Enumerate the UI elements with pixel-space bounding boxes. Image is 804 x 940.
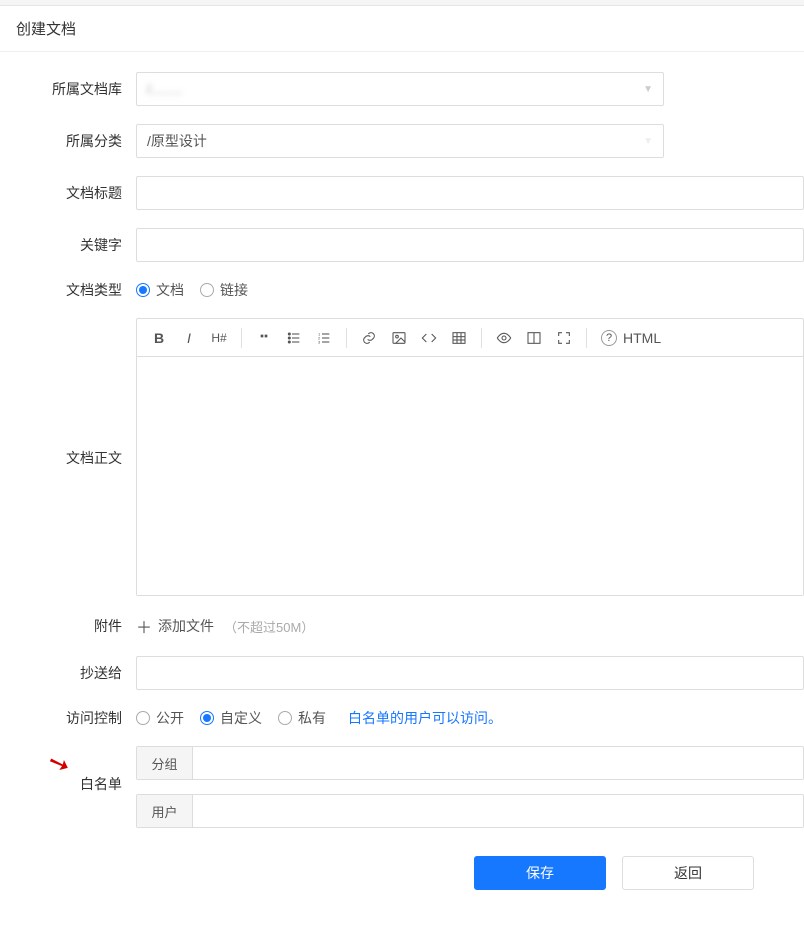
back-button[interactable]: 返回 [622,856,754,890]
ordered-list-button[interactable]: 123 [310,324,338,352]
whitelist-group-row: 分组 [136,746,804,780]
svg-text:3: 3 [318,339,321,344]
label-doc-title: 文档标题 [0,183,136,203]
html-mode-label: HTML [623,330,661,346]
unordered-list-button[interactable] [280,324,308,352]
radio-icon [136,711,150,725]
radio-label: 文档 [156,280,184,300]
preview-button[interactable] [490,324,518,352]
save-button[interactable]: 保存 [474,856,606,890]
toolbar-separator [481,328,482,348]
whitelist-user-label: 用户 [137,795,193,827]
attachment-size-hint: （不超过50M） [224,617,314,636]
toolbar-separator [241,328,242,348]
radio-icon [278,711,292,725]
caret-down-icon: ▼ [643,136,653,147]
access-option-public[interactable]: 公开 [136,708,184,728]
add-file-label: 添加文件 [158,616,214,636]
rich-text-editor: B I H# 123 [136,318,804,596]
access-radio-group: 公开 自定义 私有 白名单的用户可以访问。 [136,708,804,728]
whitelist-group-label: 分组 [137,747,193,779]
toolbar-separator [346,328,347,348]
doc-type-option-link[interactable]: 链接 [200,280,248,300]
doc-title-input[interactable] [136,176,804,210]
plus-icon: ＋ [136,614,152,638]
label-whitelist: 白名单 [0,746,136,794]
label-body: 文档正文 [0,318,136,468]
table-button[interactable] [445,324,473,352]
editor-textarea[interactable] [137,357,803,595]
fullscreen-button[interactable] [550,324,578,352]
add-file-button[interactable]: ＋ 添加文件 [136,614,214,638]
image-button[interactable] [385,324,413,352]
radio-label: 公开 [156,708,184,728]
label-keywords: 关键字 [0,235,136,255]
library-select[interactable]: /........ ▼ [136,72,664,106]
access-option-private[interactable]: 私有 [278,708,326,728]
quote-button[interactable] [250,324,278,352]
access-option-custom[interactable]: 自定义 [200,708,262,728]
label-cc: 抄送给 [0,663,136,683]
cc-input[interactable] [136,656,804,690]
label-attachment: 附件 [0,616,136,636]
radio-icon [136,283,150,297]
split-view-button[interactable] [520,324,548,352]
toolbar-separator [586,328,587,348]
whitelist-group-input[interactable] [193,747,803,779]
help-icon: ? [601,330,617,346]
label-doc-type: 文档类型 [0,280,136,300]
form-actions: 保存 返回 [0,846,804,920]
category-select-value: /原型设计 [147,131,643,151]
doc-type-radio-group: 文档 链接 [136,280,804,300]
doc-type-option-doc[interactable]: 文档 [136,280,184,300]
radio-label: 链接 [220,280,248,300]
code-button[interactable] [415,324,443,352]
label-library: 所属文档库 [0,79,136,99]
category-select[interactable]: /原型设计 ▼ [136,124,664,158]
radio-icon [200,283,214,297]
html-mode-button[interactable]: ? HTML [595,330,667,346]
access-hint-text: 白名单的用户可以访问。 [348,708,502,728]
page-title: 创建文档 [0,6,804,52]
library-select-value: /........ [147,81,643,97]
whitelist-user-row: 用户 [136,794,804,828]
form: 所属文档库 /........ ▼ 所属分类 /原型设计 ▼ 文档标题 关键字 … [0,52,804,940]
label-access: 访问控制 [0,708,136,728]
editor-toolbar: B I H# 123 [137,319,803,357]
link-button[interactable] [355,324,383,352]
heading-button[interactable]: H# [205,324,233,352]
radio-label: 私有 [298,708,326,728]
radio-label: 自定义 [220,708,262,728]
italic-button[interactable]: I [175,324,203,352]
bold-button[interactable]: B [145,324,173,352]
radio-icon [200,711,214,725]
keywords-input[interactable] [136,228,804,262]
label-category: 所属分类 [0,131,136,151]
caret-down-icon: ▼ [643,84,653,95]
whitelist-user-input[interactable] [193,795,803,827]
